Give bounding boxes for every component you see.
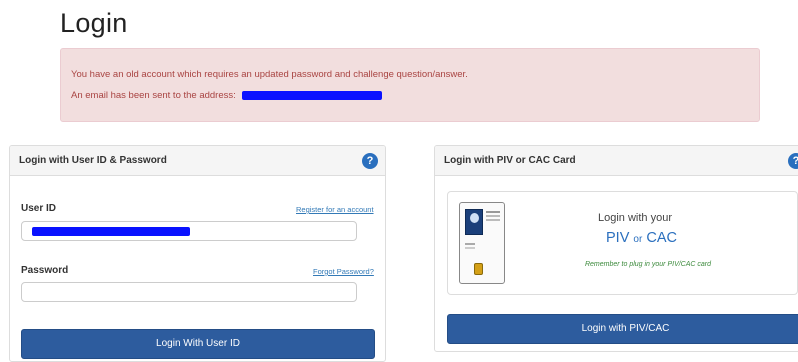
piv-reminder-note: Remember to plug in your PIV/CAC card (584, 261, 712, 268)
id-card-icon (459, 202, 505, 284)
userid-input[interactable] (21, 221, 357, 241)
help-icon[interactable]: ? (788, 153, 798, 169)
redacted-email (242, 90, 383, 100)
cac-text: CAC (646, 230, 677, 246)
piv-text: PIV (606, 230, 630, 246)
card-photo-icon (465, 209, 483, 235)
userid-label: User ID (21, 203, 57, 214)
alert-line-2: An email has been sent to the address: (71, 90, 383, 101)
piv-login-panel: Login with PIV or CAC Card ? Login with … (434, 145, 798, 352)
page-title: Login (60, 8, 128, 38)
piv-prompt-line1: Login with your (598, 212, 672, 224)
password-input[interactable] (21, 282, 357, 302)
login-with-userid-button[interactable]: Login With User ID (21, 329, 375, 359)
piv-card-info[interactable]: Login with your PIV or CAC Remember to p… (447, 191, 798, 295)
forgot-password-link[interactable]: Forgot Password? (313, 267, 374, 276)
piv-panel-heading: Login with PIV or CAC Card ? (435, 146, 798, 176)
card-mini-lines (465, 243, 475, 245)
card-text-lines (486, 211, 500, 213)
alert-line-1: You have an old account which requires a… (71, 69, 468, 80)
userid-panel-title: Login with User ID & Password (19, 155, 167, 166)
piv-prompt-line2: PIV or CAC (606, 230, 677, 246)
password-label: Password (21, 265, 69, 276)
userid-panel-heading: Login with User ID & Password ? (10, 146, 385, 176)
userid-login-panel: Login with User ID & Password ? User ID … (9, 145, 386, 362)
card-chip-icon (474, 263, 483, 275)
or-text: or (633, 234, 643, 245)
redacted-userid (32, 227, 190, 236)
register-link[interactable]: Register for an account (296, 205, 374, 214)
piv-panel-title: Login with PIV or CAC Card (444, 155, 576, 166)
alert-line-2-text: An email has been sent to the address: (71, 90, 236, 101)
help-icon[interactable]: ? (362, 153, 378, 169)
alert-message: You have an old account which requires a… (60, 48, 760, 122)
login-with-piv-button[interactable]: Login with PIV/CAC (447, 314, 798, 344)
